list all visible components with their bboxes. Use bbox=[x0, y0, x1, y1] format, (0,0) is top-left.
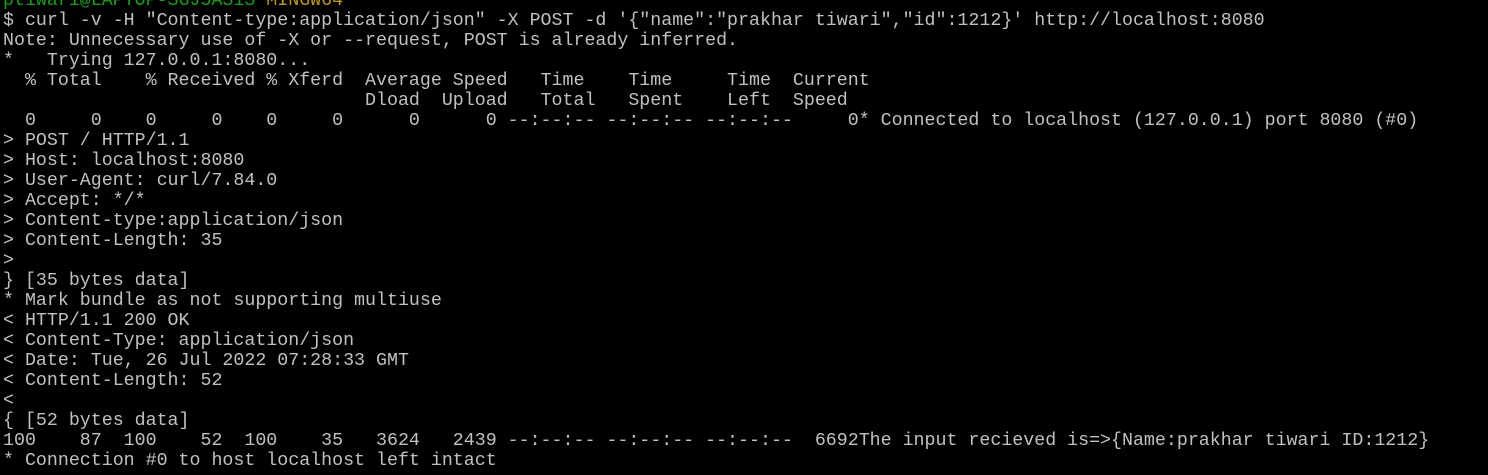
terminal-line-response-data: { [52 bytes data] bbox=[3, 411, 190, 431]
terminal-line-progress-final: 100 87 100 52 100 35 3624 2439 --:--:-- … bbox=[3, 431, 1430, 451]
terminal-line-request-data: } [35 bytes data] bbox=[3, 271, 190, 291]
terminal-window[interactable]: ptiwari@LAPTOP-SGJ5AS1S MINGW64 $ curl -… bbox=[0, 0, 1488, 475]
terminal-line-response-date: < Date: Tue, 26 Jul 2022 07:28:33 GMT bbox=[3, 351, 409, 371]
terminal-line-curl-command: $ curl -v -H "Content-type:application/j… bbox=[3, 11, 1265, 31]
terminal-line-request-method: > POST / HTTP/1.1 bbox=[3, 131, 190, 151]
prompt-user: ptiwari@LAPTOP-SGJ5AS1S bbox=[3, 0, 256, 11]
terminal-line-bundle-note: * Mark bundle as not supporting multiuse bbox=[3, 291, 442, 311]
terminal-line-progress-header-1: % Total % Received % Xferd Average Speed… bbox=[3, 71, 870, 91]
terminal-line-request-content-type: > Content-type:application/json bbox=[3, 211, 344, 231]
terminal-line-request-user-agent: > User-Agent: curl/7.84.0 bbox=[3, 171, 278, 191]
terminal-line-request-content-length: > Content-Length: 35 bbox=[3, 231, 223, 251]
prompt-path: MINGW64 bbox=[255, 0, 344, 11]
terminal-line-response-content-type: < Content-Type: application/json bbox=[3, 331, 355, 351]
terminal-line-progress-header-2: Dload Upload Total Spent Left Speed bbox=[3, 91, 848, 111]
terminal-line-request-host: > Host: localhost:8080 bbox=[3, 151, 245, 171]
terminal-line-trying: * Trying 127.0.0.1:8080... bbox=[3, 51, 311, 71]
terminal-line-request-end: > bbox=[3, 251, 14, 271]
terminal-line-response-content-length: < Content-Length: 52 bbox=[3, 371, 223, 391]
terminal-line-progress-initial: 0 0 0 0 0 0 0 0 --:--:-- --:--:-- --:--:… bbox=[3, 111, 1419, 131]
terminal-line-request-accept: > Accept: */* bbox=[3, 191, 146, 211]
terminal-line-response-status: < HTTP/1.1 200 OK bbox=[3, 311, 190, 331]
terminal-line-connection-closed: * Connection #0 to host localhost left i… bbox=[3, 451, 497, 471]
terminal-line-response-end: < bbox=[3, 391, 14, 411]
terminal-prompt-line: ptiwari@LAPTOP-SGJ5AS1S MINGW64 bbox=[3, 0, 1488, 11]
terminal-line-note: Note: Unnecessary use of -X or --request… bbox=[3, 31, 739, 51]
